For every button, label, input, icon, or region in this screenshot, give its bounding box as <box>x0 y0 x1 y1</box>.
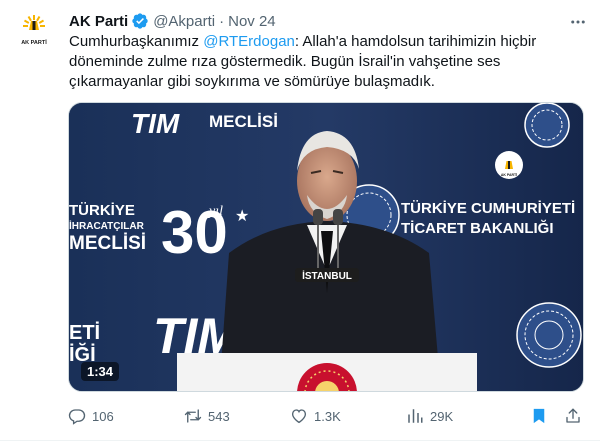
video-player[interactable]: TIM MECLİSİ TÜRKİYE İHRACATÇILAR MECLİSİ… <box>68 102 584 392</box>
backdrop-right-line-2: TİCARET BAKANLIĞI <box>401 219 554 237</box>
like-button[interactable]: 1.3K <box>290 404 341 428</box>
tweet-actions: 106 543 1.3K 29K <box>68 404 584 428</box>
bookmark-icon <box>533 408 545 424</box>
watermark-label: AK PARTİ <box>501 173 517 177</box>
reply-icon <box>68 409 86 425</box>
share-icon <box>566 408 580 423</box>
views-button[interactable]: 29K <box>406 404 453 428</box>
backdrop-left-line-3: MECLİSİ <box>69 233 146 254</box>
repost-icon <box>184 409 202 423</box>
verified-badge-icon[interactable] <box>131 12 149 30</box>
backdrop-logo-sub: yıl <box>207 204 223 219</box>
mention-link[interactable]: @RTErdogan <box>203 33 295 50</box>
author-name[interactable]: AK Parti <box>69 13 128 30</box>
tweet-text-before: Cumhurbaşkanımız <box>69 33 204 50</box>
ak-parti-logo-icon: AK PARTİ <box>14 10 54 50</box>
repost-button[interactable]: 543 <box>184 404 230 428</box>
video-frame: TIM MECLİSİ TÜRKİYE İHRACATÇILAR MECLİSİ… <box>69 103 583 391</box>
views-count: 29K <box>430 408 454 424</box>
backdrop-left-line-1: TÜRKİYE <box>69 202 135 219</box>
views-icon <box>408 409 423 423</box>
video-timer: 1:34 <box>81 362 120 381</box>
backdrop-bottom-left-1: ETİ <box>69 321 100 344</box>
share-button[interactable] <box>564 404 582 428</box>
watermark-logo-icon: AK PARTİ <box>495 151 523 179</box>
tweet-header: AK Parti @Akparti · Nov 24 <box>69 11 276 31</box>
avatar-label: AK PARTİ <box>21 39 47 46</box>
heart-icon <box>291 409 307 424</box>
avatar[interactable]: AK PARTİ <box>14 10 54 50</box>
reply-button[interactable]: 106 <box>68 404 114 428</box>
podium-sign: İSTANBUL <box>302 269 352 282</box>
tweet-card[interactable]: AK PARTİ AK Parti @Akparti · Nov 24 Cumh… <box>0 0 600 441</box>
svg-text:TIM: TIM <box>131 108 180 139</box>
author-handle[interactable]: @Akparti <box>153 13 215 30</box>
like-count: 1.3K <box>314 408 341 424</box>
backdrop-left-line-2: İHRACATÇILAR <box>69 219 145 232</box>
repost-count: 543 <box>208 408 230 424</box>
backdrop-top-text: MECLİSİ <box>209 112 278 131</box>
tweet-text: Cumhurbaşkanımız @RTErdogan: Allah'a ham… <box>69 32 584 92</box>
bookmark-button[interactable] <box>530 404 548 428</box>
backdrop-right-line-1: TÜRKİYE CUMHURİYETİ <box>401 200 575 217</box>
separator-dot: · <box>219 12 225 30</box>
more-options-icon[interactable] <box>568 12 588 32</box>
svg-text:★: ★ <box>235 208 249 225</box>
tweet-date[interactable]: Nov 24 <box>228 13 276 30</box>
reply-count: 106 <box>92 408 114 424</box>
